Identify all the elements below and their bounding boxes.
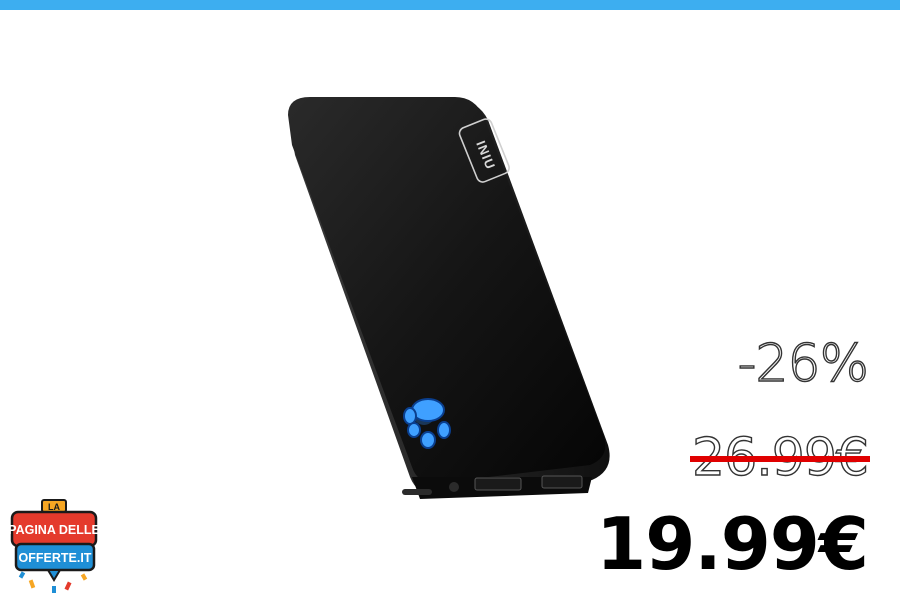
site-logo: LA PAGINA DELLE OFFERTE.IT <box>8 499 100 593</box>
logo-line3: OFFERTE.IT <box>19 551 92 565</box>
logo-line1: LA <box>48 502 60 512</box>
top-accent-bar <box>0 0 900 10</box>
power-bank-image: INIU <box>288 97 610 499</box>
strikethrough-line <box>690 456 870 462</box>
logo-line2: PAGINA DELLE <box>8 523 100 537</box>
old-price-container: 26.99€ <box>690 431 870 485</box>
new-price: 19.99€ <box>596 502 869 586</box>
discount-percent: -26% <box>737 334 870 394</box>
